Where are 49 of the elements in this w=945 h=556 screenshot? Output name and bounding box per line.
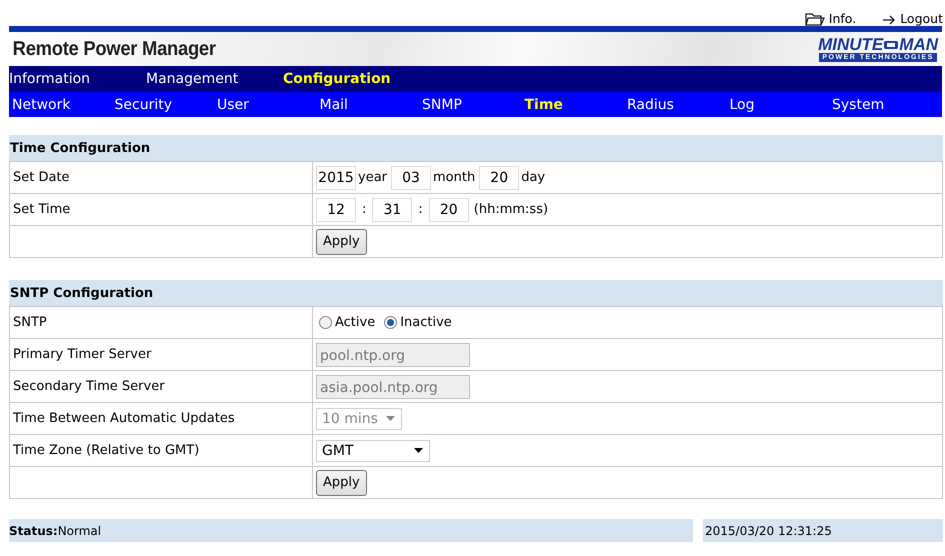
separator: : <box>418 202 423 217</box>
unit-label: day <box>521 170 546 185</box>
section-header: SNTP Configuration <box>9 280 943 306</box>
row-label: Set Time <box>13 202 70 217</box>
row-label: Time Zone (Relative to GMT) <box>13 443 200 458</box>
row-label: Set Date <box>13 170 70 185</box>
menu-tab[interactable]: Management <box>146 71 283 87</box>
apply-button[interactable]: Apply <box>316 228 367 254</box>
submenu-tab[interactable]: SNMP <box>419 96 522 112</box>
submenu-tab[interactable]: Security <box>112 96 214 112</box>
app-title: Remote Power Manager <box>12 38 216 60</box>
row-label: SNTP <box>13 315 47 330</box>
status-text: Status:Normal <box>9 524 102 538</box>
datetime-text: 2015/03/20 12:31:25 <box>705 524 832 538</box>
dropdown[interactable]: GMT <box>316 440 430 462</box>
caret-icon <box>386 416 395 421</box>
radio-label: Inactive <box>400 315 452 330</box>
unit-label: year <box>358 170 388 185</box>
radio-label: Active <box>335 315 376 330</box>
folder-icon <box>804 12 825 26</box>
top-link[interactable]: Info. <box>828 11 856 26</box>
radio-button[interactable] <box>319 316 332 329</box>
section-header: Time Configuration <box>9 135 943 161</box>
format-hint: (hh:mm:ss) <box>474 202 548 217</box>
row-label: Time Between Automatic Updates <box>13 411 235 426</box>
separator: : <box>362 202 366 217</box>
day-field[interactable]: 20 <box>479 166 520 190</box>
top-link[interactable]: Logout <box>900 11 943 26</box>
row-label: Primary Timer Server <box>13 347 152 362</box>
submenu-tab[interactable]: Network <box>9 96 112 112</box>
seconds-field[interactable]: 20 <box>428 198 469 222</box>
hours-field[interactable]: 12 <box>316 198 356 222</box>
unit-label: month <box>433 170 476 185</box>
year-field[interactable]: 2015 <box>316 166 356 190</box>
submenu-tab[interactable]: System <box>829 96 932 112</box>
apply-button[interactable]: Apply <box>316 470 367 496</box>
submenu-tab[interactable]: Log <box>726 96 829 112</box>
submenu-tab[interactable]: Time <box>522 96 624 112</box>
arrow-icon <box>882 14 896 26</box>
submenu-tab[interactable]: User <box>214 96 316 112</box>
submenu-tab[interactable]: Radius <box>624 96 726 112</box>
month-field[interactable]: 03 <box>391 166 432 190</box>
row-label: Secondary Time Server <box>13 379 165 394</box>
menu-tab[interactable]: Information <box>9 71 146 87</box>
menu-tab[interactable]: Configuration <box>283 71 420 87</box>
caret-icon <box>414 448 423 453</box>
submenu-tab[interactable]: Mail <box>316 96 419 112</box>
radio-button[interactable] <box>384 316 398 329</box>
minutes-field[interactable]: 31 <box>372 198 412 222</box>
